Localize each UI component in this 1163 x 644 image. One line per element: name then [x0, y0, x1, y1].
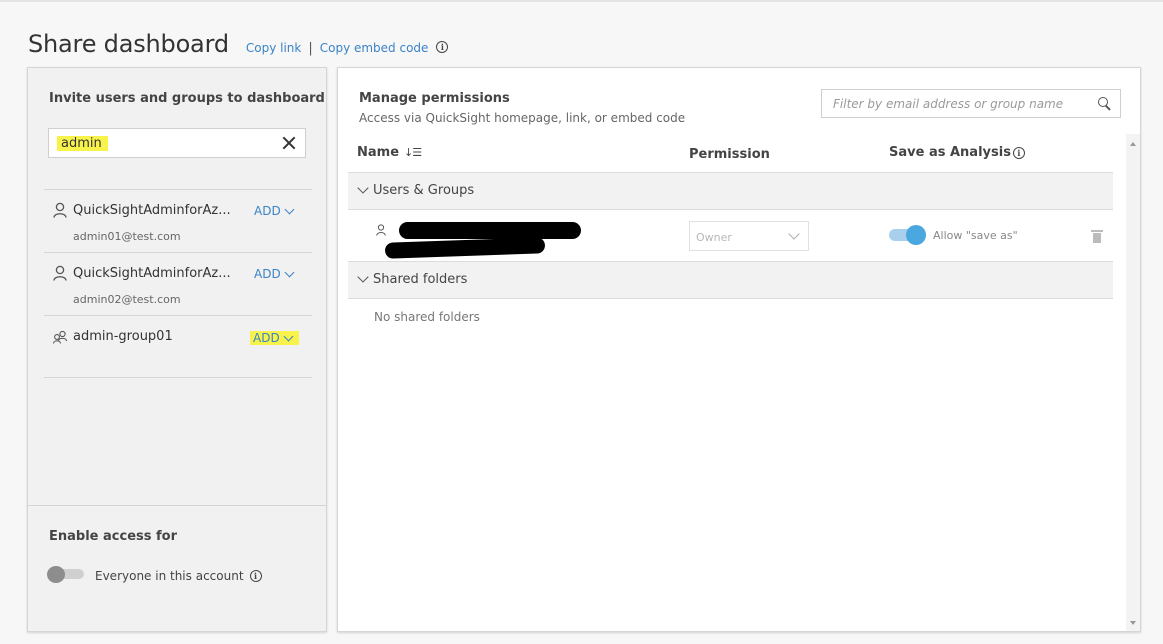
- column-header-save-as-label: Save as Analysis: [889, 145, 1011, 160]
- column-header-save-as: Save as Analysis i: [889, 145, 1025, 160]
- allow-save-as-label: Allow "save as": [933, 229, 1018, 242]
- chevron-down-icon: [788, 228, 800, 240]
- list-item: QuickSightAdminforAz... admin01@test.com…: [44, 189, 312, 252]
- result-email: admin01@test.com: [73, 230, 181, 243]
- add-label: ADD: [254, 267, 281, 281]
- invite-panel-title: Invite users and groups to dashboard: [49, 91, 325, 106]
- column-header-name[interactable]: Name ↓☰: [357, 145, 422, 160]
- toggle-knob: [47, 566, 65, 583]
- trash-lid: [1091, 230, 1103, 232]
- add-button[interactable]: ADD: [250, 331, 299, 345]
- redacted-name: [399, 222, 581, 239]
- page-header: Share dashboard Copy link | Copy embed c…: [28, 30, 449, 60]
- top-border: [0, 0, 1163, 2]
- toggle-knob: [906, 225, 926, 245]
- user-icon: [376, 224, 386, 236]
- section-users-groups[interactable]: Users & Groups: [348, 172, 1113, 210]
- copy-link-button[interactable]: Copy link: [246, 41, 301, 55]
- no-shared-folders-text: No shared folders: [374, 310, 480, 324]
- trash-body: [1093, 233, 1101, 243]
- list-item: QuickSightAdminforAz... admin02@test.com…: [44, 252, 312, 315]
- header-separator: |: [308, 41, 313, 56]
- section-shared-folders-label: Shared folders: [373, 272, 468, 287]
- table-row: Owner Allow "save as": [348, 210, 1113, 263]
- search-icon[interactable]: [1098, 97, 1111, 110]
- page-title: Share dashboard: [28, 30, 229, 58]
- everyone-access-toggle[interactable]: [47, 566, 85, 583]
- clear-search-icon[interactable]: [280, 134, 298, 152]
- divider: [28, 505, 326, 506]
- scrollbar[interactable]: [1126, 134, 1140, 631]
- column-header-name-label: Name: [357, 145, 400, 160]
- result-name: QuickSightAdminforAz...: [73, 203, 231, 218]
- invite-panel: Invite users and groups to dashboard adm…: [27, 67, 327, 632]
- result-email: admin02@test.com: [73, 293, 181, 306]
- add-button[interactable]: ADD: [254, 267, 296, 281]
- save-as-toggle[interactable]: [889, 225, 927, 245]
- trash-icon[interactable]: [1091, 230, 1103, 244]
- column-header-permission-label: Permission: [689, 147, 770, 162]
- add-label: ADD: [253, 331, 280, 345]
- enable-access-title: Enable access for: [49, 529, 178, 544]
- everyone-access-label: Everyone in this account: [95, 569, 244, 583]
- search-results-list: QuickSightAdminforAz... admin01@test.com…: [44, 189, 312, 378]
- info-icon[interactable]: i: [249, 570, 262, 582]
- add-button[interactable]: ADD: [254, 204, 296, 218]
- user-icon: [53, 265, 67, 281]
- invite-search-input[interactable]: admin: [48, 128, 306, 158]
- list-item: admin-group01 ADD: [44, 315, 312, 378]
- manage-permissions-subtitle: Access via QuickSight homepage, link, or…: [359, 111, 686, 125]
- section-shared-folders[interactable]: Shared folders: [348, 261, 1113, 299]
- scroll-up-icon[interactable]: [1130, 142, 1136, 146]
- manage-permissions-panel: Manage permissions Access via QuickSight…: [337, 67, 1141, 632]
- chevron-down-icon: [284, 204, 295, 214]
- chevron-down-icon: [357, 182, 369, 194]
- permission-select-value: Owner: [696, 231, 732, 244]
- manage-permissions-title: Manage permissions: [359, 91, 510, 106]
- section-users-groups-label: Users & Groups: [373, 183, 475, 198]
- copy-embed-code-button[interactable]: Copy embed code: [320, 41, 429, 55]
- sort-icon[interactable]: ↓☰: [404, 146, 422, 159]
- result-name: QuickSightAdminforAz...: [73, 266, 231, 281]
- scroll-down-icon[interactable]: [1130, 621, 1136, 625]
- group-icon: [53, 330, 67, 344]
- invite-search-value[interactable]: admin: [57, 136, 108, 151]
- add-label: ADD: [254, 204, 281, 218]
- filter-input[interactable]: [822, 90, 1092, 117]
- chevron-down-icon: [284, 267, 295, 277]
- permission-select[interactable]: Owner: [689, 221, 809, 251]
- everyone-access-label-row: Everyone in this account i: [95, 569, 262, 583]
- chevron-down-icon: [283, 331, 294, 341]
- info-icon[interactable]: i: [436, 41, 449, 53]
- filter-search-box[interactable]: [821, 89, 1121, 118]
- redacted-email: [384, 237, 546, 259]
- column-header-permission: Permission: [689, 147, 770, 162]
- info-icon[interactable]: i: [1012, 146, 1025, 159]
- user-icon: [53, 202, 67, 218]
- result-name: admin-group01: [73, 329, 173, 344]
- chevron-down-icon: [357, 271, 369, 283]
